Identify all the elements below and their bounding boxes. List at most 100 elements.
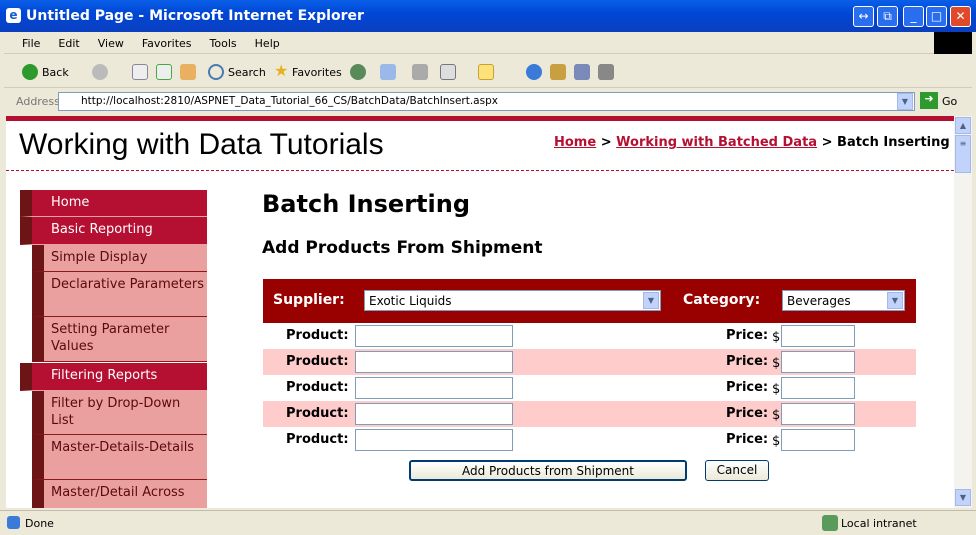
toolbar: Back Search ★ Favorites [4,56,972,88]
price-label: Price: [726,432,769,447]
nav-setting-parameter-values[interactable]: Setting Parameter Values [32,317,207,362]
forward-icon[interactable] [92,64,108,80]
product-input[interactable] [355,325,513,347]
back-button[interactable]: Back [42,66,69,79]
status-text: Done [25,517,54,530]
breadcrumb-separator: > [817,135,838,150]
page-subheading: Add Products From Shipment [262,238,543,258]
nav-toggle-button[interactable]: ↔ [853,6,874,27]
price-input[interactable] [781,403,855,425]
close-button[interactable]: ✕ [950,6,971,27]
search-button[interactable]: Search [228,66,266,79]
price-input[interactable] [781,377,855,399]
edit-icon[interactable] [440,64,456,80]
filter-header-row: Supplier: Exotic Liquids ▼ Category: Beve… [263,279,916,323]
price-input[interactable] [781,325,855,347]
currency-symbol: $ [772,382,781,397]
address-dropdown-icon[interactable]: ▼ [897,93,913,110]
price-input[interactable] [781,429,855,451]
research-icon[interactable] [574,64,590,80]
menu-tools[interactable]: Tools [210,37,237,50]
price-input[interactable] [781,351,855,373]
product-label: Product: [286,380,349,395]
maximize-button[interactable]: □ [926,6,947,27]
note-icon[interactable] [478,64,494,80]
product-label: Product: [286,406,349,421]
product-row: Product: Price: $ [263,427,916,453]
go-button[interactable]: Go [942,95,957,108]
tools-icon[interactable] [598,64,614,80]
nav-declarative-parameters[interactable]: Declarative Parameters [32,272,207,317]
address-input[interactable]: http://localhost:2810/ASPNET_Data_Tutori… [58,92,915,111]
messenger-icon[interactable] [526,64,542,80]
menu-view[interactable]: View [98,37,124,50]
breadcrumb-home[interactable]: Home [554,135,596,150]
vertical-scrollbar[interactable]: ▲ ≡ ▼ [954,116,972,508]
window-title: Untitled Page - Microsoft Internet Explo… [26,8,364,24]
nav-master-details-details[interactable]: Master-Details-Details [32,435,207,480]
minimize-button[interactable]: _ [903,6,924,27]
scroll-down-icon[interactable]: ▼ [955,489,971,506]
address-label: Address [16,95,60,108]
status-bar: Done Local intranet [0,510,976,535]
nav-filtering-reports[interactable]: Filtering Reports [20,363,207,391]
home-icon[interactable] [180,64,196,80]
top-accent-bar [6,116,954,121]
nav-filter-by-dropdown[interactable]: Filter by Drop-Down List [32,391,207,435]
scroll-thumb[interactable]: ≡ [955,135,971,173]
product-input[interactable] [355,429,513,451]
product-row: Product: Price: $ [263,349,916,375]
chevron-down-icon: ▼ [887,292,903,309]
menu-favorites[interactable]: Favorites [142,37,192,50]
product-label: Product: [286,328,349,343]
favorites-icon[interactable]: ★ [274,61,290,80]
favorites-button[interactable]: Favorites [292,66,342,79]
product-row: Product: Price: $ [263,401,916,427]
menu-help[interactable]: Help [255,37,280,50]
supplier-label: Supplier: [273,292,345,308]
cancel-button[interactable]: Cancel [705,460,769,481]
scroll-up-icon[interactable]: ▲ [955,117,971,134]
category-value: Beverages [787,294,851,308]
refresh-icon[interactable] [156,64,172,80]
menu-file[interactable]: File [22,37,40,50]
category-select[interactable]: Beverages ▼ [782,290,905,311]
nav-basic-reporting[interactable]: Basic Reporting [20,217,207,245]
search-icon[interactable] [208,64,224,80]
currency-symbol: $ [772,434,781,449]
mail-icon[interactable] [380,64,396,80]
product-input[interactable] [355,351,513,373]
page-content: Working with Data Tutorials Home > Worki… [6,116,954,508]
product-input[interactable] [355,403,513,425]
tool-icon[interactable] [550,64,566,80]
zone-text: Local intranet [841,517,917,530]
product-input[interactable] [355,377,513,399]
price-label: Price: [726,354,769,369]
back-icon[interactable] [22,64,38,80]
stop-icon[interactable] [132,64,148,80]
supplier-select[interactable]: Exotic Liquids ▼ [364,290,661,311]
address-url: http://localhost:2810/ASPNET_Data_Tutori… [81,95,498,107]
history-icon[interactable] [350,64,366,80]
add-products-button[interactable]: Add Products from Shipment [409,460,687,481]
ie-icon: e [6,8,21,23]
site-title: Working with Data Tutorials [19,128,384,161]
supplier-value: Exotic Liquids [369,294,452,308]
nav-simple-display[interactable]: Simple Display [32,245,207,272]
price-label: Price: [726,380,769,395]
go-icon[interactable]: ➜ [920,92,938,109]
restore-button[interactable]: ⧉ [877,6,898,27]
chevron-down-icon: ▼ [643,292,659,309]
category-label: Category: [683,292,761,308]
breadcrumb: Home > Working with Batched Data > Batch… [554,135,950,150]
nav-master-detail-across[interactable]: Master/Detail Across [32,480,207,508]
menu-edit[interactable]: Edit [58,37,79,50]
product-label: Product: [286,432,349,447]
currency-symbol: $ [772,408,781,423]
price-label: Price: [726,328,769,343]
price-label: Price: [726,406,769,421]
print-icon[interactable] [412,64,428,80]
breadcrumb-section[interactable]: Working with Batched Data [616,135,817,150]
nav-home[interactable]: Home [20,190,207,217]
currency-symbol: $ [772,356,781,371]
